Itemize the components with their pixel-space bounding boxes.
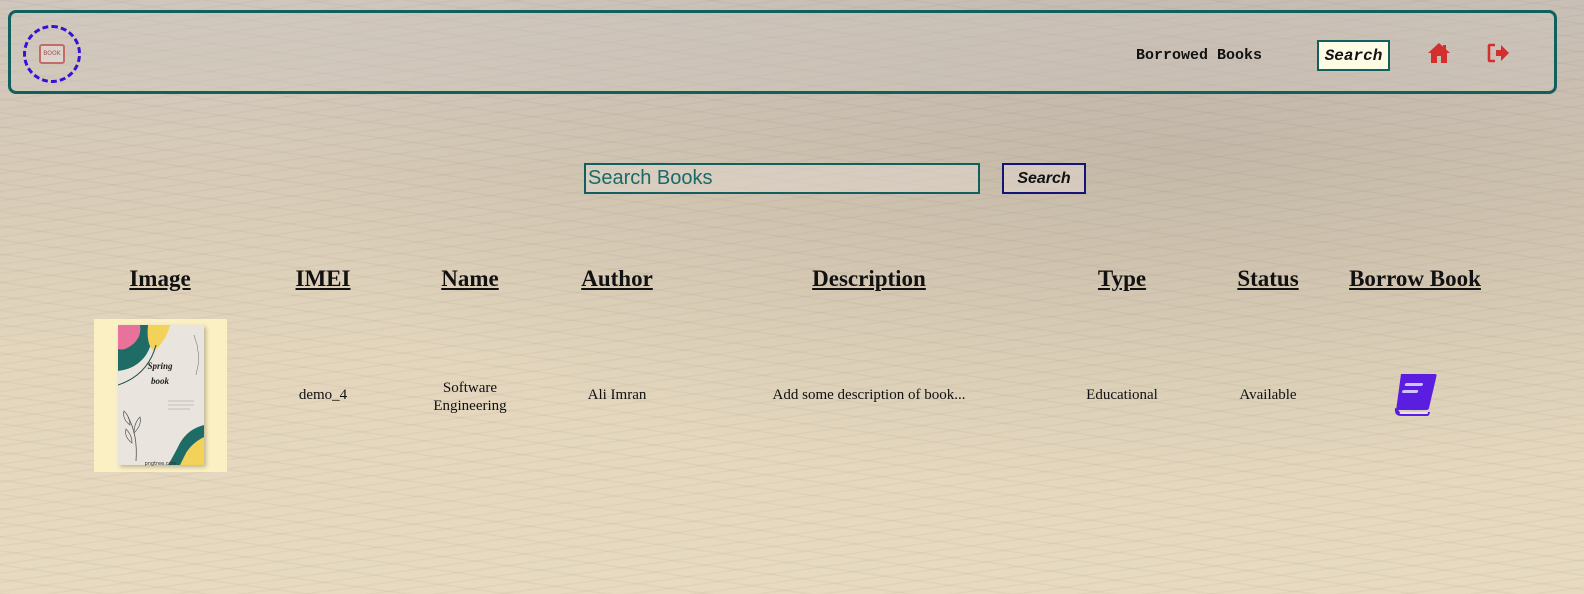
cover-title-line-2: book [151, 376, 169, 386]
cell-author: Ali Imran [587, 387, 647, 403]
cell-name-line-2: Engineering [433, 398, 507, 414]
cell-name: Software Engineering [415, 379, 525, 415]
column-header-borrow-book: Borrow Book [1349, 266, 1481, 291]
search-button[interactable]: Search [1002, 163, 1086, 194]
column-header-type: Type [1097, 266, 1147, 291]
cover-caption: pngtree.com [144, 461, 177, 467]
column-header-description: Description [812, 266, 926, 291]
column-header-author: Author [581, 266, 653, 291]
borrow-book-icon[interactable] [1391, 372, 1439, 418]
cell-name-line-1: Software [442, 380, 498, 396]
column-header-imei: IMEI [295, 266, 351, 291]
home-icon[interactable] [1426, 41, 1452, 65]
cell-imei: demo_4 [298, 387, 348, 403]
cell-type: Educational [1086, 387, 1158, 403]
cover-title: Spring book [140, 359, 180, 389]
navbar: BOOK Borrowed Books Search [8, 10, 1557, 94]
column-header-name: Name [441, 266, 499, 291]
cover-page [118, 325, 204, 465]
cover-title-line-1: Spring [147, 361, 173, 371]
book-cover-image: Spring book pngtree.com [94, 319, 227, 472]
logo[interactable]: BOOK [23, 25, 81, 83]
column-header-image: Image [129, 266, 191, 291]
nav-search-button[interactable]: Search [1317, 40, 1390, 71]
search-input[interactable] [584, 163, 980, 194]
cell-status: Available [1239, 387, 1297, 403]
cell-description: Add some description of book... [772, 387, 966, 403]
column-header-status: Status [1237, 266, 1299, 291]
logo-text: BOOK [43, 50, 61, 57]
logo-book-icon: BOOK [39, 44, 65, 64]
sign-out-icon[interactable] [1486, 41, 1512, 65]
nav-borrowed-books-link[interactable]: Borrowed Books [1136, 47, 1262, 64]
